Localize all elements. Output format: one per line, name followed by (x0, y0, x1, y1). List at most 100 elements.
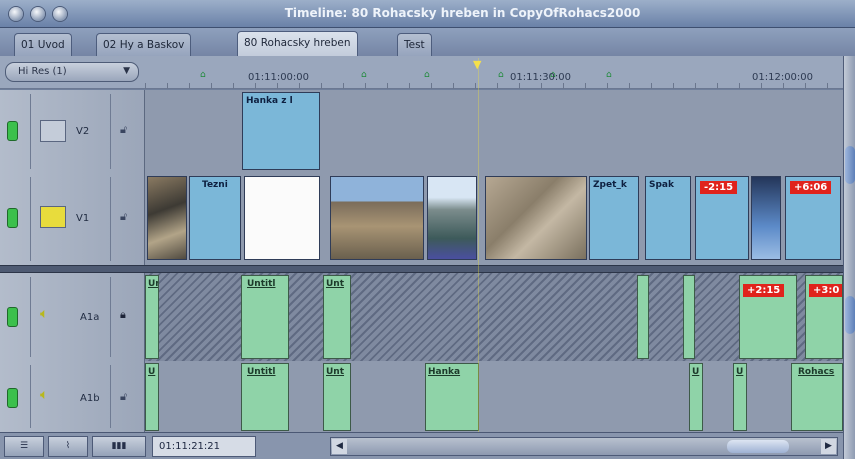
playhead-icon[interactable]: ▼ (473, 58, 481, 71)
close-button[interactable] (9, 7, 23, 21)
speed-badge: -2:15 (700, 181, 738, 194)
audio-clip[interactable]: Unt (323, 275, 351, 359)
audio-clip[interactable] (637, 275, 649, 359)
video-clip[interactable] (244, 176, 320, 260)
audio-clip[interactable]: U (145, 363, 159, 431)
marker-icon[interactable]: ⌂ (424, 70, 433, 80)
track-header-a1a: 🔈︎ A1a 🔒︎ (0, 273, 145, 361)
lock-icon[interactable]: 🔓︎ (120, 390, 127, 404)
scroll-left-icon[interactable]: ◀ (332, 439, 347, 454)
track-name: A1b (80, 393, 100, 404)
audio-clip[interactable]: Hanka (425, 363, 479, 431)
tab-01-uvod[interactable]: 01 Uvod (14, 33, 72, 56)
horizontal-scrollbar[interactable]: ◀ ▶ (330, 437, 838, 456)
speaker-icon[interactable]: 🔈︎ (40, 306, 70, 328)
vertical-scroll-thumb[interactable] (845, 296, 855, 334)
track-lane-a1a[interactable]: Ur Untitl Unt +2:15 +3:0 (145, 273, 843, 361)
clip-label: Unt (326, 279, 345, 289)
zoom-slider-control[interactable]: ▮▮▮ (92, 436, 146, 457)
audio-clip[interactable]: Unt (323, 363, 351, 431)
clip-label: Spak (649, 180, 674, 190)
sequence-tabs: 01 Uvod 02 Hy a Baskov 80 Rohacsky hrebe… (0, 28, 855, 56)
clip-label: Rohacs (798, 367, 835, 377)
clip-overlays-toggle[interactable]: ⌇ (48, 436, 88, 457)
render-quality-value: Hi Res (1) (18, 66, 67, 77)
video-clip[interactable]: -2:15 (695, 176, 749, 260)
horizontal-scroll-thumb[interactable] (727, 440, 789, 453)
track-lane-v2[interactable]: Hanka z l (145, 90, 843, 173)
video-clip[interactable] (485, 176, 587, 260)
video-clip[interactable] (427, 176, 477, 260)
marker-icon[interactable]: ⌂ (606, 70, 615, 80)
window-title: Timeline: 80 Rohacsky hreben in CopyOfRo… (284, 6, 641, 20)
title-bar[interactable]: Timeline: 80 Rohacsky hreben in CopyOfRo… (0, 0, 855, 28)
lock-icon[interactable]: 🔓︎ (120, 210, 127, 224)
zoom-button[interactable] (53, 7, 67, 21)
audio-clip[interactable]: +2:15 (739, 275, 797, 359)
audio-clip[interactable]: Untitl (241, 275, 289, 359)
scroll-right-icon[interactable]: ▶ (821, 439, 836, 454)
timeline-bottom-bar: ☰ ⌇ ▮▮▮ 01:11:21:21 ◀ ▶ (0, 432, 843, 459)
speaker-icon[interactable]: 🔈︎ (40, 387, 70, 409)
video-clip[interactable] (330, 176, 424, 260)
clip-label: Zpet_k (593, 180, 627, 190)
track-enable-toggle[interactable] (8, 308, 17, 326)
playhead-line[interactable] (478, 58, 479, 438)
audio-clip[interactable] (683, 275, 695, 359)
video-clip[interactable]: +6:06 (785, 176, 841, 260)
tab-test[interactable]: Test (397, 33, 432, 56)
track-header-v1: V1 🔓︎ (0, 173, 145, 265)
video-audio-divider[interactable] (0, 265, 843, 273)
marker-icon[interactable]: ⌂ (361, 70, 370, 80)
audio-clip[interactable]: Untitl (241, 363, 289, 431)
track-enable-toggle[interactable] (8, 389, 17, 407)
track-header-a1b: 🔈︎ A1b 🔓︎ (0, 361, 145, 432)
track-name: A1a (80, 312, 100, 323)
video-clip[interactable] (147, 176, 187, 260)
track-height-button[interactable]: ☰ (4, 436, 44, 457)
header-separator (30, 365, 31, 428)
track-patch[interactable] (40, 120, 66, 142)
clip-label: U (148, 367, 156, 377)
clip-label: Untitl (247, 279, 276, 289)
tab-02-hy-a-baskov[interactable]: 02 Hy a Baskov (96, 33, 192, 56)
clip-label: Unt (326, 367, 345, 377)
video-clip[interactable]: Spak (645, 176, 691, 260)
track-v2: V2 🔓︎ Hanka z l (0, 90, 843, 173)
track-enable-toggle[interactable] (8, 122, 17, 140)
vertical-scroll-thumb[interactable] (845, 146, 855, 184)
vertical-scrollbar[interactable] (843, 56, 855, 459)
lock-icon[interactable]: 🔒︎ (120, 308, 126, 322)
audio-clip[interactable]: U (689, 363, 703, 431)
current-timecode[interactable]: 01:11:21:21 (152, 436, 256, 457)
minimize-button[interactable] (31, 7, 45, 21)
track-enable-toggle[interactable] (8, 209, 17, 227)
timeline-window: Timeline: 80 Rohacsky hreben in CopyOfRo… (0, 0, 855, 459)
track-v1: V1 🔓︎ Tezni Zpet_k Spak -2:15 +6:06 (0, 173, 843, 265)
marker-icon[interactable]: ⌂ (200, 70, 209, 80)
tab-80-rohacsky-hreben[interactable]: 80 Rohacsky hreben (237, 31, 358, 56)
clip-label: Untitl (247, 367, 276, 377)
chevron-down-icon: ▼ (123, 66, 130, 76)
marker-icon[interactable]: ⌂ (498, 70, 507, 80)
render-quality-selector[interactable]: Hi Res (1) ▼ (5, 62, 139, 82)
header-separator (110, 365, 111, 428)
video-clip[interactable]: Zpet_k (589, 176, 639, 260)
video-clip[interactable]: Tezni (189, 176, 241, 260)
header-separator (30, 177, 31, 261)
clip-label: Ur (148, 279, 159, 289)
track-lane-a1b[interactable]: U Untitl Unt Hanka U U Rohacs (145, 361, 843, 432)
audio-clip[interactable]: Rohacs (791, 363, 843, 431)
header-separator (110, 177, 111, 261)
audio-clip[interactable]: U (733, 363, 747, 431)
timecode-ruler[interactable]: Hi Res (1) ▼ ⌂ ⌂ ⌂ ⌂ ⌂ ⌂ 01:11:00:00 01:… (0, 56, 843, 89)
video-clip[interactable] (751, 176, 781, 260)
track-patch[interactable] (40, 206, 66, 228)
track-lane-v1[interactable]: Tezni Zpet_k Spak -2:15 +6:06 (145, 173, 843, 265)
lock-icon[interactable]: 🔓︎ (120, 123, 127, 137)
audio-clip[interactable]: +3:0 (805, 275, 843, 359)
ruler-timecode: 01:11:30:00 (510, 72, 572, 83)
audio-clip[interactable]: Ur (145, 275, 159, 359)
video-clip[interactable]: Hanka z l (242, 92, 320, 170)
clip-label: Hanka (428, 367, 461, 377)
